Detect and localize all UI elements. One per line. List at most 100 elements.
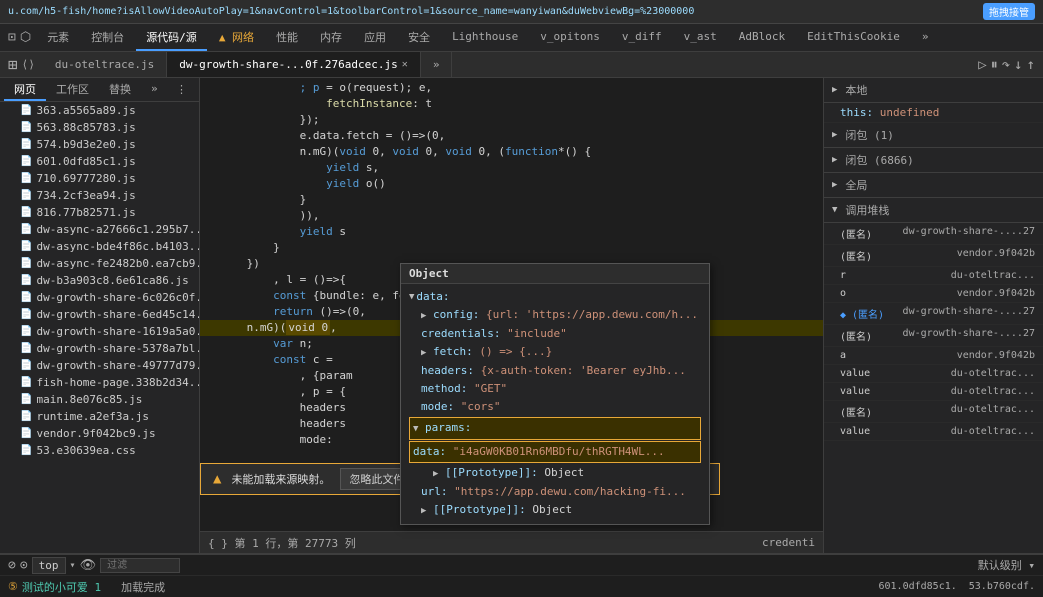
tab-application[interactable]: 应用 — [354, 25, 396, 51]
tab-network[interactable]: ▲ 网络 — [209, 25, 264, 51]
file-item-6[interactable]: 📄734.2cf3ea94.js — [0, 187, 199, 204]
file-item-20[interactable]: 📄vendor.9f042bc9.js — [0, 425, 199, 442]
tooltip-url-row: url: "https://app.dewu.com/hacking-fi... — [409, 483, 701, 501]
right-section-closure1[interactable]: ▶ 闭包 (1) — [824, 123, 1043, 148]
tab-sources[interactable]: 源代码/源 — [136, 25, 207, 51]
file-item-17[interactable]: 📄fish-home-page.338b2d34... — [0, 374, 199, 391]
file-item-16[interactable]: 📄dw-growth-share-49777d79... — [0, 357, 199, 374]
right-local-label: 本地 — [845, 82, 867, 98]
panel-toggle[interactable]: ⊞⟨⟩ — [0, 55, 43, 74]
right-closure2-label: 闭包 (6866) — [845, 152, 913, 168]
inspect-icon[interactable]: ⬡ — [20, 30, 31, 45]
tooltip-config-row[interactable]: ▶ config: {url: 'https://app.dewu.com/h.… — [409, 306, 701, 325]
file-item-7[interactable]: 📄816.77b82571.js — [0, 204, 199, 221]
right-callstack-item-1[interactable]: (匿名) dw-growth-share-....27 — [824, 223, 1043, 245]
tab-performance[interactable]: 性能 — [266, 25, 308, 51]
right-callstack-item-2[interactable]: (匿名) vendor.9f042b — [824, 245, 1043, 267]
file-item-5[interactable]: 📄710.69777280.js — [0, 170, 199, 187]
file-item-1[interactable]: 📄363.a5565a89.js — [0, 102, 199, 119]
bottom-msg-bar: ⑤ 测试的小可爱 1 加载完成 601.0dfd85c1. 53.b760cdf… — [0, 575, 1043, 597]
file-item-21[interactable]: 📄53.e30639ea.css — [0, 442, 199, 459]
bottom-right-file2[interactable]: 53.b760cdf. — [969, 581, 1035, 592]
file-item-3[interactable]: 📄574.b9d3e2e0.js — [0, 136, 199, 153]
file-item-19[interactable]: 📄runtime.a2ef3a.js — [0, 408, 199, 425]
nav-step-out[interactable]: ↑ — [1027, 57, 1035, 73]
right-callstack-item-r[interactable]: r du-oteltrac... — [824, 267, 1043, 285]
right-callstack-item-o[interactable]: o vendor.9f042b — [824, 285, 1043, 303]
nav-step-into[interactable]: ↓ — [1014, 57, 1022, 73]
right-section-local[interactable]: ▶ 本地 — [824, 78, 1043, 103]
console-eye-icon[interactable]: 👁 — [80, 558, 97, 573]
file-item-9[interactable]: 📄dw-async-bde4f86c.b4103... — [0, 238, 199, 255]
right-section-global[interactable]: ▶ 全局 — [824, 173, 1043, 198]
tab-lighthouse[interactable]: Lighthouse — [442, 26, 528, 49]
tab-adblock[interactable]: AdBlock — [729, 26, 795, 49]
right-global-triangle: ▶ — [832, 180, 837, 190]
sub-tab-webpage[interactable]: 网页 — [4, 79, 46, 101]
console-error-icon[interactable]: ⊘ — [8, 558, 16, 573]
file-item-11[interactable]: 📄dw-b3a903c8.6e61ca86.js — [0, 272, 199, 289]
code-line: }); — [200, 112, 823, 128]
console-level-label[interactable]: top — [32, 557, 66, 574]
console-filter-input[interactable] — [100, 558, 180, 573]
nav-play[interactable]: ▷ — [978, 57, 986, 73]
right-callstack-item-anon2[interactable]: (匿名) dw-growth-share-....27 — [824, 325, 1043, 347]
tab-voptions[interactable]: v_opitons — [530, 26, 610, 49]
sub-tab-workspace[interactable]: 工作区 — [46, 79, 99, 101]
right-section-closure2[interactable]: ▶ 闭包 (6866) — [824, 148, 1043, 173]
tab-security[interactable]: 安全 — [398, 25, 440, 51]
sub-tab-replace[interactable]: 替换 — [99, 79, 141, 101]
tooltip-method-row: method: "GET" — [409, 380, 701, 398]
console-level-dropdown[interactable]: ▾ — [70, 560, 76, 571]
tooltip-data-row[interactable]: ▼ data: — [409, 288, 701, 306]
nav-pause[interactable]: ⏸ — [991, 57, 998, 73]
nav-step-over[interactable]: ↷ — [1002, 57, 1010, 73]
devtools-tab-bar: ⊡ ⬡ 元素 控制台 源代码/源 ▲ 网络 性能 内存 应用 安全 Lighth… — [0, 24, 1043, 52]
tooltip-params-row[interactable]: ▼ params: — [409, 417, 701, 440]
right-section-callstack[interactable]: ▼ 调用堆栈 — [824, 198, 1043, 223]
cursor-icon[interactable]: ⊡ — [8, 30, 16, 45]
source-tab-2[interactable]: dw-growth-share-...0f.276adcec.js ✕ — [167, 52, 421, 77]
sub-tab-more[interactable]: » — [141, 80, 168, 99]
tab-elements[interactable]: 元素 — [37, 25, 79, 51]
tab-vast[interactable]: v_ast — [674, 26, 727, 49]
source-tab-2-close[interactable]: ✕ — [402, 59, 408, 70]
right-callstack-item-anon3[interactable]: (匿名) du-oteltrac... — [824, 401, 1043, 423]
right-callstack-item-anon-blue[interactable]: ◆ (匿名) dw-growth-share-....27 — [824, 303, 1043, 325]
source-tab-1[interactable]: du-oteltrace.js — [43, 52, 167, 77]
tooltip-proto2-row[interactable]: ▶ [[Prototype]]: Object — [409, 501, 701, 520]
tab-memory[interactable]: 内存 — [310, 25, 352, 51]
bottom-right-file1[interactable]: 601.0dfd85c1. — [878, 581, 956, 592]
bottom-msg-text: 测试的小可爱 1 — [22, 579, 101, 595]
expand-triangle: ▼ — [409, 288, 414, 306]
tab-editcookie[interactable]: EditThisCookie — [797, 26, 910, 49]
drag-button[interactable]: 拖拽接管 — [983, 3, 1035, 20]
file-panel: 📄363.a5565a89.js 📄563.88c85783.js 📄574.b… — [0, 102, 200, 459]
console-filter-icon[interactable]: ⊙ — [20, 558, 28, 573]
file-item-4[interactable]: 📄601.0dfd85c1.js — [0, 153, 199, 170]
file-item-15[interactable]: 📄dw-growth-share-5378a7bl... — [0, 340, 199, 357]
tooltip-proto1-row[interactable]: ▶ [[Prototype]]: Object — [409, 464, 701, 483]
file-item-14[interactable]: 📄dw-growth-share-1619a5a0... — [0, 323, 199, 340]
right-callstack-item-a[interactable]: a vendor.9f042b — [824, 347, 1043, 365]
tooltip-fetch-row[interactable]: ▶ fetch: () => {...} — [409, 343, 701, 362]
right-callstack-label: 调用堆栈 — [845, 202, 889, 218]
file-item-12[interactable]: 📄dw-growth-share-6c026c0f... — [0, 289, 199, 306]
tooltip-data-value-row: data: "i4aGW0KB01Rn6MBDfu/thRGTH4WL... — [409, 441, 701, 463]
right-this-item: this: undefined — [824, 103, 1043, 123]
right-callstack-item-value2[interactable]: value du-oteltrac... — [824, 383, 1043, 401]
console-level-selector[interactable]: 默认级别 ▾ — [978, 557, 1035, 573]
right-callstack-item-value3[interactable]: value du-oteltrac... — [824, 423, 1043, 441]
file-item-18[interactable]: 📄main.8e076c85.js — [0, 391, 199, 408]
tab-vdiff[interactable]: v_diff — [612, 26, 672, 49]
tooltip-mode-row: mode: "cors" — [409, 398, 701, 416]
tab-more[interactable]: » — [912, 26, 939, 49]
source-tab-more[interactable]: » — [421, 52, 453, 77]
file-item-8[interactable]: 📄dw-async-a27666c1.295b7... — [0, 221, 199, 238]
file-panel-menu[interactable]: ⋮ — [168, 83, 195, 96]
tab-console[interactable]: 控制台 — [81, 25, 134, 51]
file-item-10[interactable]: 📄dw-async-fe2482b0.ea7cb9... — [0, 255, 199, 272]
file-item-2[interactable]: 📄563.88c85783.js — [0, 119, 199, 136]
right-callstack-item-value1[interactable]: value du-oteltrac... — [824, 365, 1043, 383]
file-item-13[interactable]: 📄dw-growth-share-6ed45c14... — [0, 306, 199, 323]
